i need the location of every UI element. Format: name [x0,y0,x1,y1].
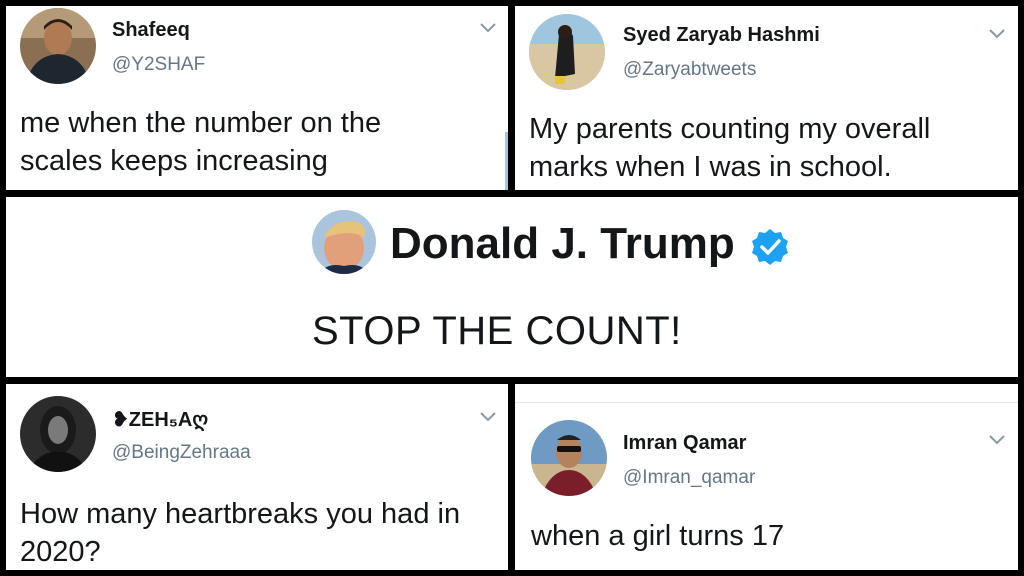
tweet-text-line: marks when I was in school. [529,151,892,183]
display-name[interactable]: Shafeeq [112,19,190,42]
display-name[interactable]: Donald J. Trump [390,219,735,269]
tweet-text: STOP THE COUNT! [312,309,682,353]
tweet-card-trump[interactable]: Donald J. Trump STOP THE COUNT! [6,197,1018,377]
tweet-text: when a girl turns 17 [531,517,784,555]
verified-badge-icon [752,229,788,265]
chevron-down-icon[interactable] [989,29,1005,39]
avatar[interactable] [20,396,96,472]
tweet-card-zehra[interactable]: ❥ZEH₅Aღ @BeingZehraaa How many heartbrea… [6,384,508,570]
display-name[interactable]: Imran Qamar [623,432,746,455]
tweet-text-line: me when the number on the [20,107,382,139]
tweet-text-line: My parents counting my overall [529,113,931,145]
tweet-text-line: when a girl turns 17 [531,520,785,552]
tweet-text-line: scales keeps increasing [20,145,328,177]
tweet-text: How many heartbreaks you had in 2020? [20,495,460,570]
tweet-card-zaryab[interactable]: Syed Zaryab Hashmi @Zaryabtweets My pare… [515,6,1018,190]
user-handle[interactable]: @BeingZehraaa [112,442,251,464]
display-name[interactable]: ❥ZEH₅Aღ [112,407,208,432]
chevron-down-icon[interactable] [480,23,496,33]
tweet-text-line: 2020? [20,536,101,568]
avatar[interactable] [531,420,607,496]
avatar[interactable] [20,8,96,84]
tweet-text: My parents counting my overall marks whe… [529,110,930,186]
tweet-text: me when the number on the scales keeps i… [20,104,381,180]
divider [505,132,508,190]
user-handle[interactable]: @Zaryabtweets [623,59,756,81]
avatar[interactable] [529,14,605,90]
display-name[interactable]: Syed Zaryab Hashmi [623,24,820,47]
divider [515,402,1018,403]
user-handle[interactable]: @Y2SHAF [112,54,205,76]
tweet-text-line: How many heartbreaks you had in [20,498,461,530]
user-handle[interactable]: @Imran_qamar [623,467,755,489]
avatar[interactable] [312,210,376,274]
tweet-card-shafeeq[interactable]: Shafeeq @Y2SHAF me when the number on th… [6,6,508,190]
tweet-card-imran[interactable]: Imran Qamar @Imran_qamar when a girl tur… [515,384,1018,570]
chevron-down-icon[interactable] [989,435,1005,445]
chevron-down-icon[interactable] [480,412,496,422]
